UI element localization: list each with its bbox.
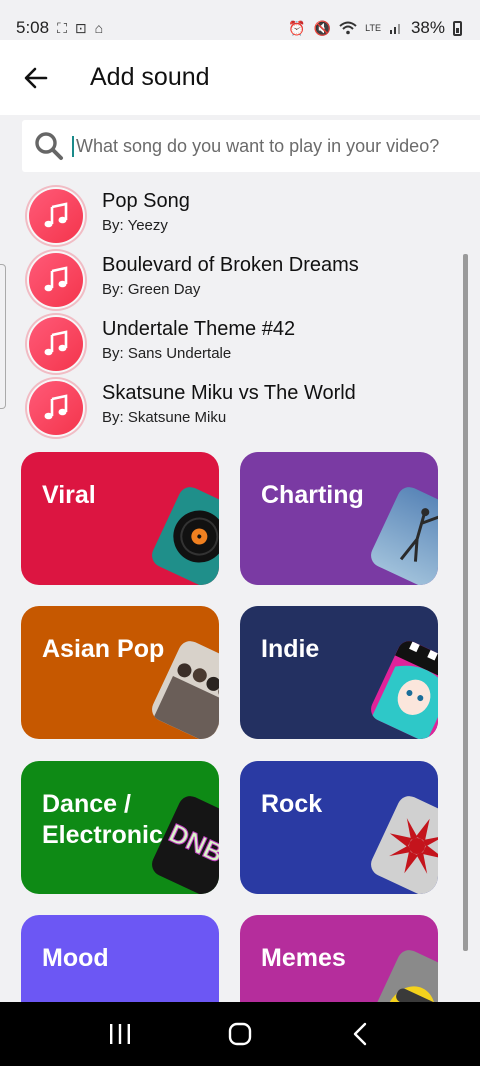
recents-button[interactable]: [90, 1009, 150, 1059]
genre-card-viral[interactable]: Viral: [21, 452, 219, 585]
battery-percent: 38%: [410, 18, 445, 37]
screen-record-icon: ⊡: [74, 19, 87, 36]
song-row[interactable]: Boulevard of Broken Dreams By: Green Day: [0, 242, 480, 307]
app-bar: Add sound: [0, 40, 480, 115]
home-app-icon: ⌂: [94, 20, 104, 36]
volte-icon: LTE: [365, 23, 381, 33]
genre-card-dance-electronic[interactable]: Dance / Electronic DNB: [21, 761, 219, 894]
genre-card-indie[interactable]: Indie: [240, 606, 438, 739]
song-title: Skatsune Miku vs The World: [102, 382, 356, 404]
search-input[interactable]: [72, 135, 472, 157]
signal-icon: [389, 24, 400, 34]
song-list: Pop Song By: Yeezy Boulevard of Broken D…: [0, 178, 480, 435]
alarm-icon: ⏰: [288, 19, 306, 36]
song-title: Boulevard of Broken Dreams: [102, 254, 359, 276]
song-title: Undertale Theme #42: [102, 318, 296, 340]
song-row[interactable]: Skatsune Miku vs The World By: Skatsune …: [0, 370, 480, 435]
screenshot-icon: ⛶: [57, 19, 67, 36]
status-time: 5:08: [16, 18, 50, 37]
home-button[interactable]: [210, 1009, 270, 1059]
scrollbar[interactable]: [463, 254, 468, 951]
music-note-icon: [29, 317, 83, 371]
arrow-left-icon: [24, 67, 48, 88]
edge-panel-handle[interactable]: [0, 264, 6, 409]
home-icon: [228, 1022, 252, 1046]
music-note-icon: [29, 381, 83, 435]
back-icon: [353, 1022, 367, 1046]
back-button[interactable]: [0, 40, 72, 115]
song-row[interactable]: Undertale Theme #42 By: Sans Undertale: [0, 306, 480, 371]
song-title: Pop Song: [102, 190, 190, 212]
svg-text:DNB: DNB: [164, 817, 219, 868]
genre-card-asian-pop[interactable]: Asian Pop: [21, 606, 219, 739]
song-row[interactable]: Pop Song By: Yeezy: [0, 178, 480, 243]
recents-icon: [110, 1024, 130, 1044]
system-nav-bar: [0, 1002, 480, 1066]
genre-card-rock[interactable]: Rock: [240, 761, 438, 894]
music-note-icon: [29, 253, 83, 307]
music-note-icon: [29, 189, 83, 243]
song-artist: By: Green Day: [102, 281, 201, 298]
song-artist: By: Yeezy: [102, 217, 168, 234]
page-title: Add sound: [90, 63, 210, 91]
genre-card-charting[interactable]: Charting: [240, 452, 438, 585]
nav-back-button[interactable]: [330, 1009, 390, 1059]
battery-icon: [453, 20, 462, 36]
search-box[interactable]: [22, 120, 480, 172]
search-icon: [35, 132, 63, 160]
song-artist: By: Skatsune Miku: [102, 409, 227, 426]
song-artist: By: Sans Undertale: [102, 345, 232, 362]
wifi-icon: [339, 21, 357, 35]
genre-label: Mood: [42, 944, 109, 972]
mute-icon: 🔇: [313, 19, 332, 36]
